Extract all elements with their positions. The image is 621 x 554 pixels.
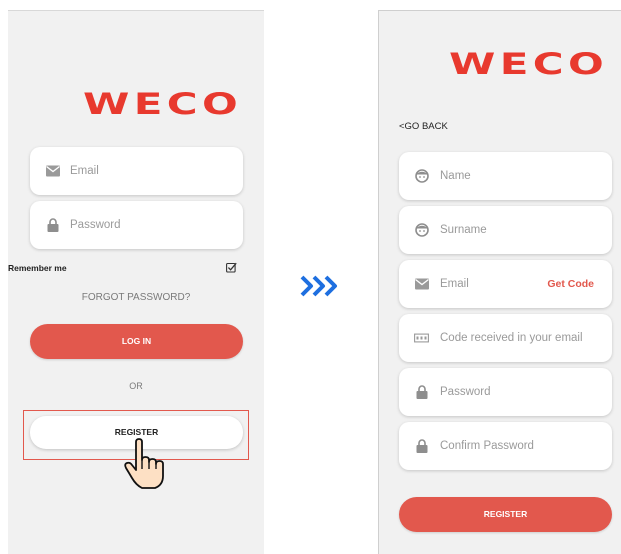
verification-code-field[interactable]: Code received in your email bbox=[399, 314, 612, 362]
forgot-password-link[interactable]: FORGOT PASSWORD? bbox=[8, 292, 264, 303]
password-field[interactable]: Password bbox=[30, 201, 243, 249]
email-field[interactable]: Email bbox=[30, 147, 243, 195]
mail-icon bbox=[46, 165, 60, 177]
mail-icon bbox=[415, 278, 429, 290]
password-placeholder: Password bbox=[440, 386, 491, 398]
code-icon bbox=[414, 333, 429, 343]
name-field[interactable]: Name bbox=[399, 152, 612, 200]
face-icon bbox=[415, 169, 429, 183]
weco-logo: WECO bbox=[83, 87, 243, 121]
triple-chevron-right-icon bbox=[300, 275, 337, 297]
confirm-password-placeholder: Confirm Password bbox=[440, 440, 534, 452]
login-screen: WECO Email Password Remember me FORGOT P… bbox=[8, 10, 264, 554]
remember-me-label: Remember me bbox=[8, 263, 67, 273]
email-field[interactable]: Email Get Code bbox=[399, 260, 612, 308]
remember-me-checkbox[interactable] bbox=[226, 262, 237, 273]
register-screen: WECO <GO BACK Name Surname Email Get Cod… bbox=[378, 10, 621, 554]
get-code-link[interactable]: Get Code bbox=[547, 278, 594, 290]
login-button[interactable]: LOG IN bbox=[30, 324, 243, 359]
email-placeholder: Email bbox=[440, 278, 469, 290]
email-placeholder: Email bbox=[70, 165, 99, 177]
surname-placeholder: Surname bbox=[440, 224, 487, 236]
go-back-link[interactable]: <GO BACK bbox=[399, 121, 448, 132]
lock-icon bbox=[416, 439, 428, 453]
pointing-hand-cursor-icon bbox=[124, 438, 164, 489]
or-divider-text: OR bbox=[129, 381, 143, 391]
password-placeholder: Password bbox=[70, 219, 121, 231]
confirm-password-field[interactable]: Confirm Password bbox=[399, 422, 612, 470]
surname-field[interactable]: Surname bbox=[399, 206, 612, 254]
weco-logo: WECO bbox=[449, 47, 609, 81]
password-field[interactable]: Password bbox=[399, 368, 612, 416]
name-placeholder: Name bbox=[440, 170, 471, 182]
lock-icon bbox=[416, 385, 428, 399]
register-submit-button[interactable]: REGISTER bbox=[399, 497, 612, 532]
face-icon bbox=[415, 223, 429, 237]
lock-icon bbox=[47, 218, 59, 232]
code-placeholder: Code received in your email bbox=[440, 332, 583, 344]
